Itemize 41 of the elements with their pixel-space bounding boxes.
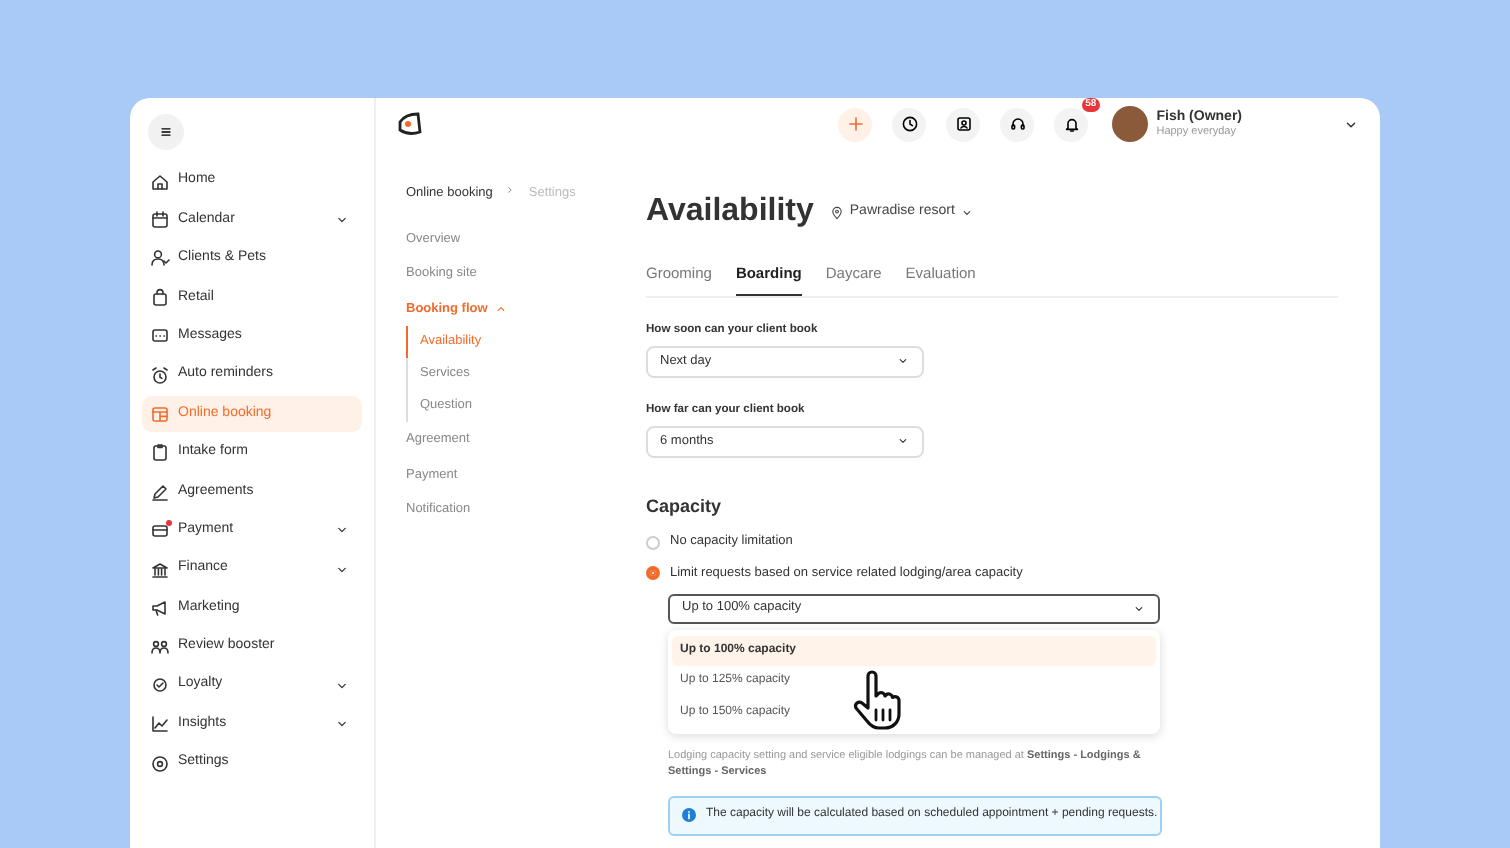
- radio-button[interactable]: [646, 535, 660, 549]
- chevron-up-icon: [493, 302, 508, 316]
- radio-button[interactable]: [646, 566, 660, 581]
- clock-button[interactable]: [892, 107, 927, 141]
- alarm-clock-icon: [150, 365, 170, 386]
- map-pin-icon: [829, 205, 844, 219]
- calendar-page-icon: [150, 403, 170, 424]
- clock-icon: [899, 114, 920, 134]
- chevron-down-icon: [960, 205, 975, 219]
- chart-line-icon: [150, 714, 170, 735]
- section-heading: Capacity: [646, 493, 724, 520]
- plus-icon: [845, 114, 866, 134]
- chevron-down-icon: [1132, 601, 1146, 616]
- contact-button[interactable]: [946, 107, 981, 141]
- menu-button[interactable]: [148, 114, 184, 150]
- chevron-down-icon: [896, 354, 910, 369]
- person-icon: [150, 248, 170, 269]
- support-button[interactable]: [1000, 107, 1035, 141]
- message-icon: [150, 326, 170, 347]
- contact-card-icon: [953, 114, 974, 134]
- shopping-bag-icon: [150, 287, 170, 308]
- hand-cursor-icon: [850, 670, 906, 734]
- card-icon: [150, 520, 170, 541]
- menu-icon: [158, 124, 174, 140]
- page-title: Availability: [646, 192, 814, 232]
- bank-icon: [150, 559, 170, 580]
- pen-icon: [150, 481, 170, 502]
- info-icon: [682, 808, 696, 822]
- megaphone-icon: [150, 597, 170, 618]
- avatar[interactable]: [1112, 106, 1149, 142]
- headset-icon: [1007, 114, 1028, 134]
- bell-icon: [1061, 114, 1082, 134]
- settings-icon: [150, 753, 170, 773]
- house-icon: [150, 171, 170, 192]
- clipboard-icon: [150, 442, 170, 463]
- chevron-right-icon: [504, 184, 517, 196]
- people-icon: [150, 636, 170, 657]
- chevron-down-icon: [896, 434, 910, 449]
- alert-dot: [166, 520, 172, 527]
- calendar-icon: [150, 210, 170, 231]
- notifications-button[interactable]: [1054, 107, 1089, 141]
